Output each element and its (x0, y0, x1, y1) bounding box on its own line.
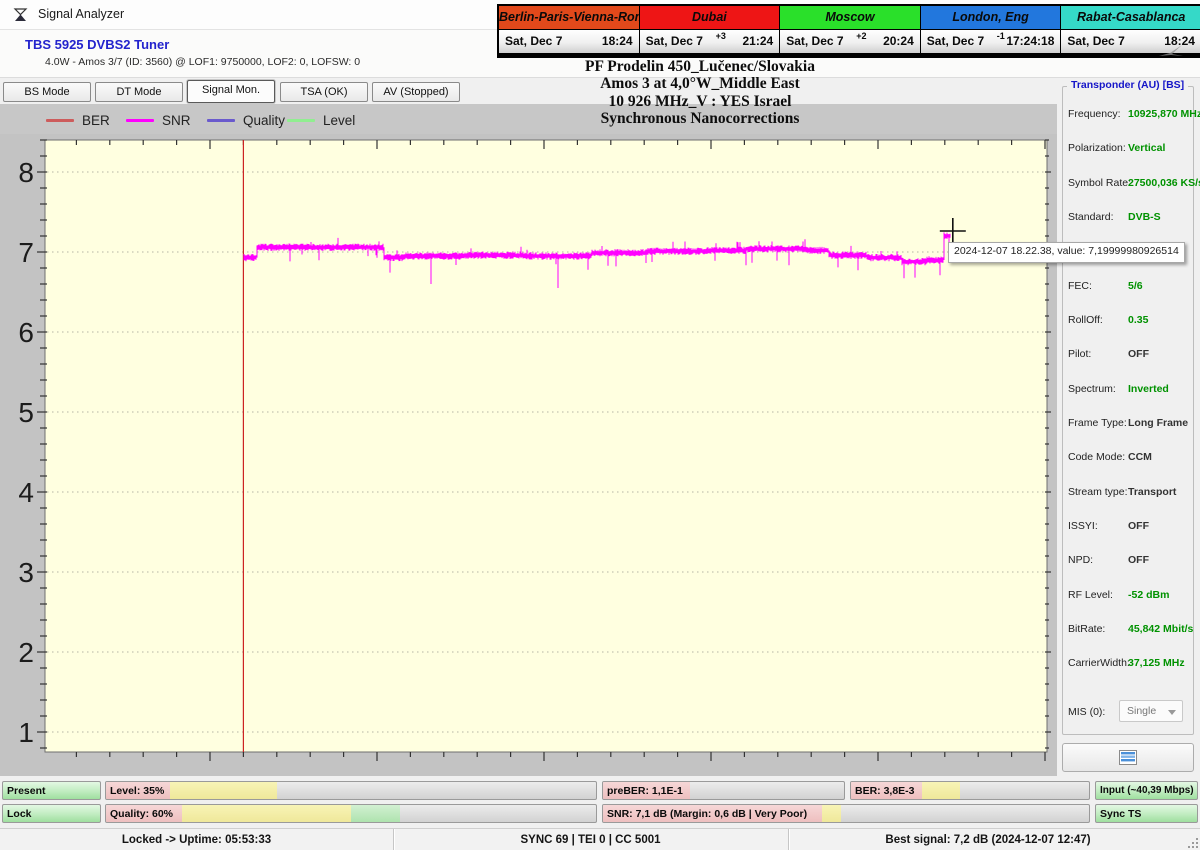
clock-time: Sat, Dec 7 +2 20:24 (780, 30, 920, 53)
tab-bs-mode[interactable]: BS Mode (3, 82, 91, 102)
snr-trend-plot[interactable]: 1 2 3 4 5 6 7 8 (0, 134, 1057, 776)
quality-bar: Quality: 60% (105, 804, 597, 823)
legend-item-ber: BER (46, 112, 110, 128)
transponder-row: Stream type: Transport (1068, 485, 1177, 498)
transponder-panel: Transponder (AU) [BS] Frequency: 10925,87… (1057, 78, 1200, 776)
transponder-row: Spectrum: Inverted (1068, 382, 1169, 395)
svg-text:7: 7 (18, 237, 34, 268)
svg-text:4: 4 (18, 477, 34, 508)
mis-selected-value: Single (1127, 705, 1157, 717)
clock-city: Rabat-Casablanca (1061, 6, 1200, 30)
tuner-details: 4.0W - Amos 3/7 (ID: 3560) @ LOF1: 97500… (45, 56, 361, 68)
transponder-row: Polarization: Vertical (1068, 142, 1166, 155)
status-best-signal: Best signal: 7,2 dB (2024-12-07 12:47) (885, 834, 1091, 846)
svg-text:1: 1 (18, 717, 34, 748)
status-sync-counters: SYNC 69 | TEI 0 | CC 5001 (393, 829, 789, 850)
mis-label: MIS (0): (1068, 706, 1106, 718)
signal-analyzer-window: Signal Analyzer TBS 5925 DVBS2 Tuner 4.0… (0, 0, 1200, 850)
resize-grip[interactable] (1186, 836, 1198, 848)
clock-3: Moscow Sat, Dec 7 +2 20:24 (780, 6, 921, 56)
chevron-down-icon (1168, 710, 1176, 715)
mode-tabs: BS Mode DT Mode Signal Mon. TSA (OK) AV … (0, 80, 470, 104)
tab-signal-mon[interactable]: Signal Mon. (187, 80, 275, 103)
transponder-row: FEC: 5/6 (1068, 279, 1143, 292)
logo-icon (1159, 45, 1183, 56)
transponder-row: ISSYI: OFF (1068, 519, 1149, 532)
mis-select[interactable]: Single (1119, 700, 1183, 722)
input-bar: Input (~40,39 Mbps) (1095, 781, 1198, 800)
clock-city: London, Eng (920, 6, 1061, 30)
annotation-line-2: Amos 3 at 4,0°W_Middle East (600, 75, 800, 93)
svg-text:3: 3 (18, 557, 34, 588)
app-icon (13, 8, 28, 21)
status-lock-uptime: Locked -> Uptime: 05:53:33 (0, 829, 394, 850)
svg-text:8: 8 (18, 157, 34, 188)
transponder-row: RF Level: -52 dBm (1068, 588, 1170, 601)
transponder-row: NPD: OFF (1068, 554, 1149, 567)
transponder-row: Code Mode: CCM (1068, 451, 1152, 464)
legend-item-quality: Quality (207, 112, 285, 128)
transponder-row: Symbol Rate: 27500,036 KS/s (1068, 176, 1200, 189)
present-bar: Present (2, 781, 101, 800)
transponder-row: RollOff: 0.35 (1068, 313, 1149, 326)
clock-city: Dubai (639, 6, 780, 30)
svg-text:2: 2 (18, 637, 34, 668)
window-title: Signal Analyzer (38, 7, 125, 21)
tab-tsa[interactable]: TSA (OK) (280, 82, 368, 102)
snr-bar: SNR: 7,1 dB (Margin: 0,6 dB | Very Poor) (602, 804, 1090, 823)
sync-ts-bar: Sync TS (1095, 804, 1198, 823)
clock-2: Dubai Sat, Dec 7 +3 21:24 (639, 6, 781, 56)
annotation-line-3: 10 926 MHz_V : YES Israel (608, 92, 792, 110)
clock-time: Sat, Dec 7 18:24 (499, 30, 639, 53)
tuner-name: TBS 5925 DVBS2 Tuner (25, 37, 170, 52)
svg-text:5: 5 (18, 397, 34, 428)
transponder-title: Transponder (AU) [BS] (1067, 79, 1189, 91)
clock-4: London, Eng Sat, Dec 7 -1 17:24:18 (920, 6, 1062, 56)
transponder-row: Standard: DVB-S (1068, 210, 1161, 223)
clock-city: Berlin-Paris-Vienna-Roma (499, 6, 639, 30)
world-clocks-panel: Berlin-Paris-Vienna-Roma Sat, Dec 7 18:24 D… (497, 4, 1200, 58)
transponder-row: Pilot: OFF (1068, 348, 1149, 361)
legend-item-snr: SNR (126, 112, 191, 128)
ber-bar: BER: 3,8E-3 (850, 781, 1090, 800)
level-bar: Level: 35% (105, 781, 597, 800)
datapoint-tooltip: 2024-12-07 18.22.38, value: 7,1999998092… (948, 242, 1185, 263)
annotation-line-1: PF Prodelin 450_Lučenec/Slovakia (585, 58, 815, 75)
transponder-row: CarrierWidth: 37,125 MHz (1068, 657, 1185, 670)
transponder-rows: Frequency: 10925,870 MHz Polarization: Vert… (1068, 108, 1200, 692)
transponder-row: Frame Type: Long Frame (1068, 416, 1189, 429)
lock-bar: Lock (2, 804, 101, 823)
svg-text:6: 6 (18, 317, 34, 348)
chart-widget: BER SNR Quality Level 1 2 3 4 5 6 7 8 (0, 104, 1057, 776)
tab-dt-mode[interactable]: DT Mode (95, 82, 183, 102)
table-icon (1119, 750, 1137, 765)
transponder-row: Frequency: 10925,870 MHz (1068, 108, 1200, 120)
clock-city: Moscow (780, 6, 920, 30)
clock-time: Sat, Dec 7 +3 21:24 (639, 30, 780, 53)
annotation-line-4: Synchronous Nanocorrections (600, 110, 800, 128)
preber-bar: preBER: 1,1E-1 (602, 781, 845, 800)
legend-item-level: Level (287, 112, 355, 128)
transponder-row: BitRate: 45,842 Mbit/s (1068, 622, 1194, 635)
export-button[interactable] (1062, 743, 1194, 772)
clock-1: Berlin-Paris-Vienna-Roma Sat, Dec 7 18:24 (499, 6, 640, 56)
clock-time: Sat, Dec 7 -1 17:24:18 (920, 30, 1061, 53)
annotation-block: PF Prodelin 450_Lučenec/Slovakia Amos 3 … (420, 58, 980, 128)
status-bar: Locked -> Uptime: 05:53:33 SYNC 69 | TEI… (0, 828, 1200, 850)
